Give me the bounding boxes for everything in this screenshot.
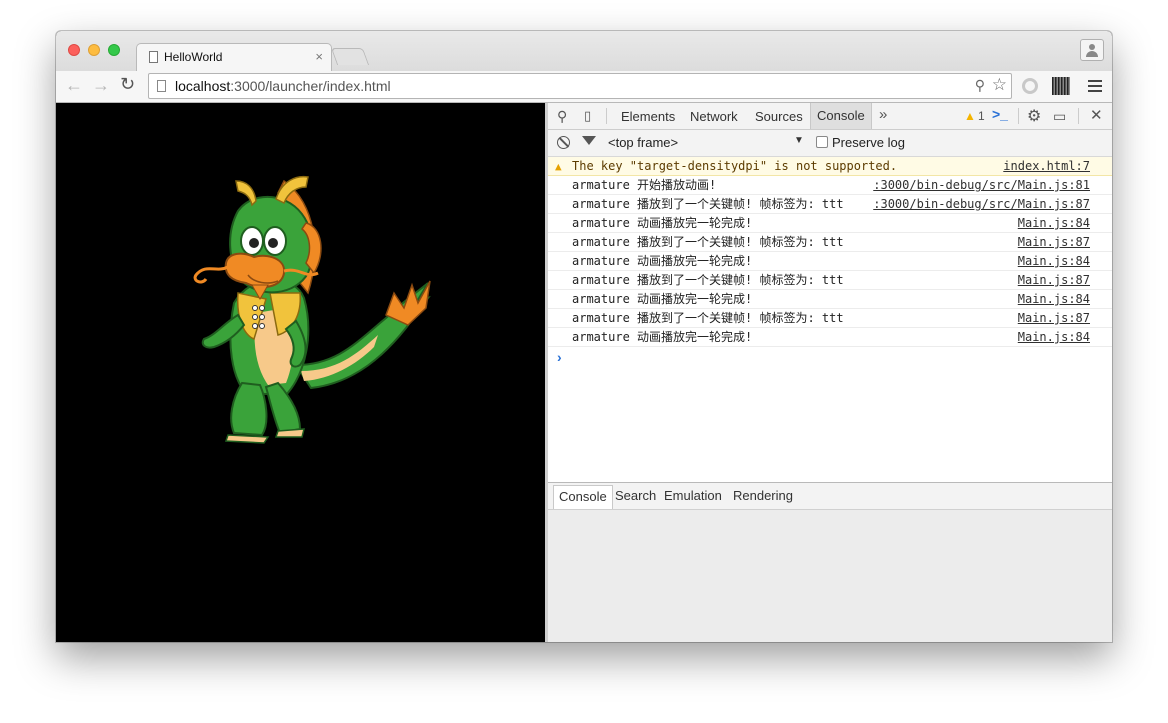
drawer-tab-search[interactable]: Search [615,488,656,503]
console-filter-bar: <top frame> ▼ Preserve log [548,130,1112,157]
console-row: armature 开始播放动画! :3000/bin-debug/src/Mai… [548,176,1112,195]
window-zoom-button[interactable] [108,44,120,56]
console-source-link[interactable]: Main.js:87 [1018,309,1090,328]
console-messages: ▲ The key "target-densitydpi" is not sup… [548,157,1112,367]
console-message: armature 播放到了一个关键帧! 帧标签为: ttt [572,273,844,287]
preserve-log-checkbox[interactable]: Preserve log [816,135,905,150]
page-icon [157,80,166,92]
more-tabs-chevron-icon[interactable]: » [879,106,887,123]
console-source-link[interactable]: Main.js:87 [1018,271,1090,290]
dock-icon[interactable]: ▭ [1053,108,1066,125]
tab-title: HelloWorld [164,50,223,64]
extension-circle-icon[interactable] [1022,78,1038,94]
console-prompt[interactable]: › [548,347,1112,367]
console-message: armature 播放到了一个关键帧! 帧标签为: ttt [572,235,844,249]
checkbox-box[interactable] [816,136,828,148]
tab-sources[interactable]: Sources [755,109,803,124]
dragon-character-image [193,175,431,444]
console-drawer-icon[interactable]: >_ [992,106,1008,122]
console-message: armature 播放到了一个关键帧! 帧标签为: ttt [572,311,844,325]
close-icon[interactable]: ✕ [1090,106,1103,124]
prompt-caret-icon: › [557,349,562,365]
console-row: armature 动画播放完一轮完成! Main.js:84 [548,252,1112,271]
tab-elements[interactable]: Elements [621,109,675,124]
browser-window: HelloWorld × ← → ↻ localhost:3000/launch… [56,31,1112,642]
console-row: armature 播放到了一个关键帧! 帧标签为: ttt :3000/bin-… [548,195,1112,214]
window-minimize-button[interactable] [88,44,100,56]
filter-icon[interactable] [582,136,596,145]
console-source-link[interactable]: Main.js:87 [1018,233,1090,252]
drawer-tab-rendering[interactable]: Rendering [733,488,793,503]
tab-strip: HelloWorld × [56,31,1112,71]
warning-icon: ▲ [555,160,562,173]
warning-icon[interactable]: ▲ [964,109,976,123]
console-row: armature 播放到了一个关键帧! 帧标签为: ttt Main.js:87 [548,309,1112,328]
forward-arrow-icon[interactable]: → [92,75,110,96]
person-icon [1089,44,1095,50]
clear-console-icon[interactable] [557,136,570,149]
qr-code-extension-icon[interactable] [1052,77,1070,95]
magnifier-icon[interactable]: ⚲ [557,108,567,125]
drawer-tab-emulation[interactable]: Emulation [664,488,722,503]
url-path: :3000/launcher/index.html [230,78,391,94]
tab-network[interactable]: Network [690,109,738,124]
browser-tab[interactable]: HelloWorld × [136,43,332,71]
console-message: armature 动画播放完一轮完成! [572,254,753,268]
console-source-link[interactable]: Main.js:84 [1018,252,1090,271]
devtools-panel: ⚲ ▯ Elements Network Sources Console » ▲… [548,103,1112,642]
console-row: armature 动画播放完一轮完成! Main.js:84 [548,328,1112,347]
gear-icon[interactable]: ⚙ [1027,106,1041,126]
device-mode-icon[interactable]: ▯ [584,108,591,124]
console-message: armature 动画播放完一轮完成! [572,292,753,306]
console-message: armature 动画播放完一轮完成! [572,216,753,230]
address-bar[interactable]: localhost:3000/launcher/index.html ⚲ ☆ [148,73,1012,99]
console-source-link[interactable]: Main.js:84 [1018,214,1090,233]
bookmark-star-icon[interactable]: ☆ [992,75,1007,95]
page-icon [149,51,158,63]
chevron-down-icon[interactable]: ▼ [794,135,804,146]
back-arrow-icon[interactable]: ← [65,75,83,96]
drawer-tab-bar: Console Search Emulation Rendering [548,483,1112,510]
devtools-toolbar: ⚲ ▯ Elements Network Sources Console » ▲… [548,103,1112,130]
console-source-link[interactable]: index.html:7 [1003,157,1090,176]
console-row: armature 播放到了一个关键帧! 帧标签为: ttt Main.js:87 [548,271,1112,290]
warning-count[interactable]: 1 [978,109,985,123]
browser-toolbar: ← → ↻ localhost:3000/launcher/index.html… [56,71,1112,103]
frame-select[interactable]: <top frame> [608,135,678,150]
preserve-log-label: Preserve log [832,135,905,150]
console-message: The key "target-densitydpi" is not suppo… [572,159,898,173]
page-viewport[interactable] [56,103,545,642]
zoom-search-icon[interactable]: ⚲ [975,77,985,94]
devtools-drawer: Console Search Emulation Rendering [548,482,1112,642]
new-tab-button[interactable] [330,48,370,65]
console-message: armature 播放到了一个关键帧! 帧标签为: ttt [572,197,844,211]
url-host: localhost [175,78,231,94]
tab-close-icon[interactable]: × [315,49,323,64]
console-row: armature 动画播放完一轮完成! Main.js:84 [548,290,1112,309]
reload-icon[interactable]: ↻ [120,74,135,95]
console-message: armature 动画播放完一轮完成! [572,330,753,344]
console-source-link[interactable]: Main.js:84 [1018,328,1090,347]
tab-console[interactable]: Console [810,103,872,129]
console-message: armature 开始播放动画! [572,178,717,192]
console-row: armature 播放到了一个关键帧! 帧标签为: ttt Main.js:87 [548,233,1112,252]
drawer-tab-console[interactable]: Console [553,485,613,509]
console-source-link[interactable]: :3000/bin-debug/src/Main.js:81 [873,176,1090,195]
url-text[interactable]: localhost:3000/launcher/index.html [175,78,391,94]
hamburger-menu-icon[interactable] [1088,80,1102,92]
profile-button[interactable] [1080,39,1104,61]
console-row-warning: ▲ The key "target-densitydpi" is not sup… [548,157,1112,176]
console-source-link[interactable]: :3000/bin-debug/src/Main.js:87 [873,195,1090,214]
console-row: armature 动画播放完一轮完成! Main.js:84 [548,214,1112,233]
window-close-button[interactable] [68,44,80,56]
console-source-link[interactable]: Main.js:84 [1018,290,1090,309]
